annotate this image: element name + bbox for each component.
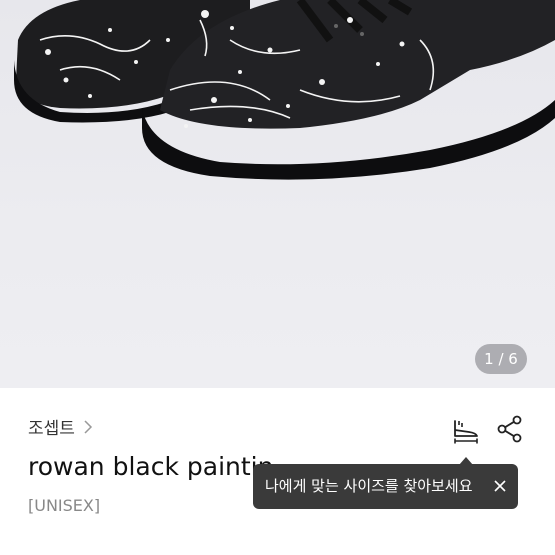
product-image[interactable]: 1 / 6: [0, 0, 555, 388]
product-gender: [UNISEX]: [28, 496, 101, 515]
close-icon[interactable]: [492, 478, 508, 494]
product-title: rowan black paintin: [28, 452, 274, 481]
tooltip-text: 나에게 맞는 사이즈를 찾아보세요: [265, 477, 473, 495]
share-icon[interactable]: [495, 414, 525, 444]
sneaker-image: [14, 0, 555, 180]
brand-name: 조셉트: [28, 419, 75, 439]
image-counter: 1 / 6: [475, 344, 527, 374]
chevron-right-icon: [84, 419, 92, 434]
size-finder-tooltip[interactable]: 나에게 맞는 사이즈를 찾아보세요: [253, 457, 518, 509]
shoe-size-icon[interactable]: [451, 415, 481, 445]
brand-link[interactable]: 조셉트: [28, 414, 93, 439]
